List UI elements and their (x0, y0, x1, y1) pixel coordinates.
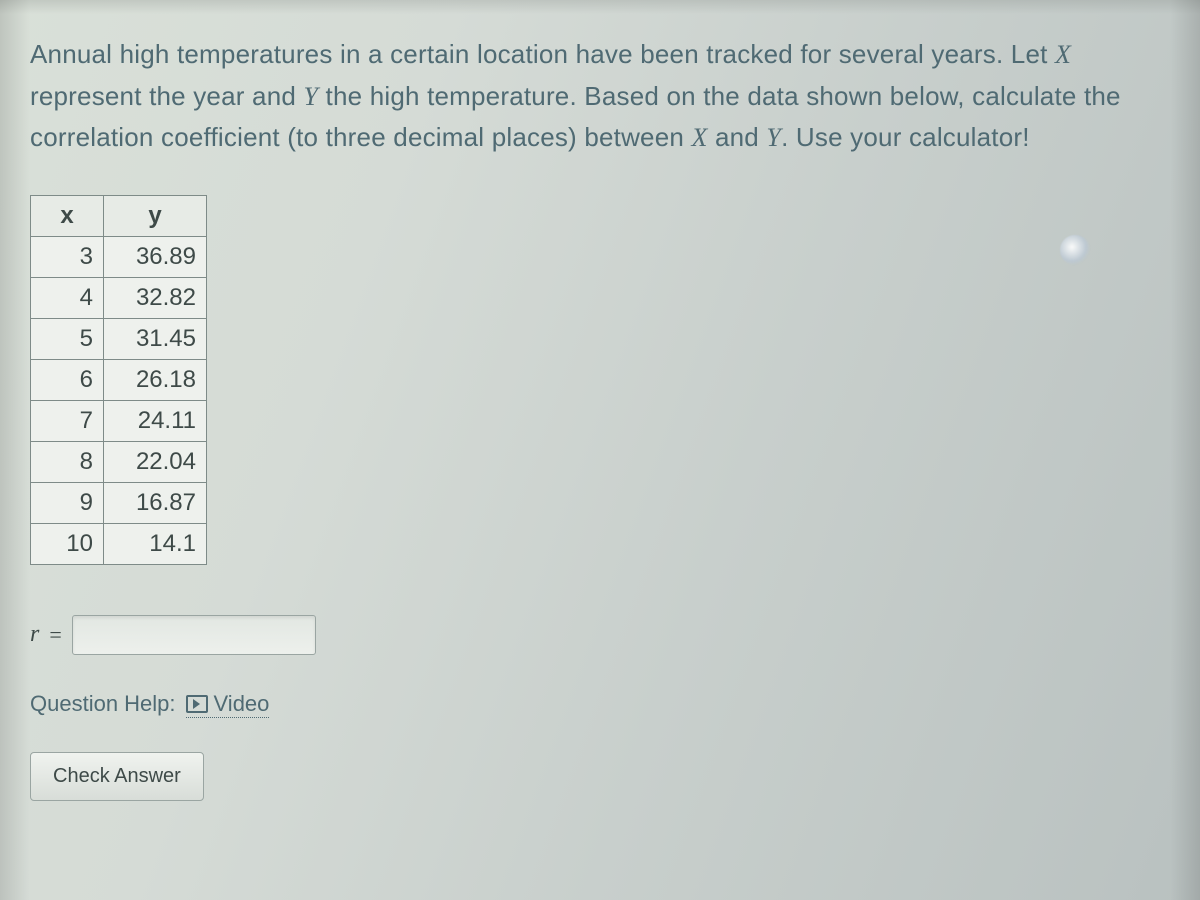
decorative-top-shadow (0, 0, 1200, 14)
variable-y: Y (766, 123, 781, 152)
prompt-text: represent the year and (30, 81, 303, 111)
video-help-link[interactable]: Video (186, 691, 270, 718)
question-help-row: Question Help: Video (30, 691, 1170, 718)
prompt-text: Annual high temperatures in a certain lo… (30, 39, 1055, 69)
table-row: 822.04 (31, 441, 207, 482)
answer-row: r = (30, 615, 1170, 655)
variable-x: X (1055, 40, 1071, 69)
cell-y: 14.1 (104, 523, 207, 564)
cell-x: 8 (31, 441, 104, 482)
col-header-x: x (31, 195, 104, 236)
cell-y: 32.82 (104, 277, 207, 318)
table-row: 916.87 (31, 482, 207, 523)
video-link-text: Video (214, 691, 270, 717)
table-row: 626.18 (31, 359, 207, 400)
cell-x: 10 (31, 523, 104, 564)
col-header-y: y (104, 195, 207, 236)
cell-x: 5 (31, 318, 104, 359)
table-row: 336.89 (31, 236, 207, 277)
cell-y: 16.87 (104, 482, 207, 523)
cell-x: 7 (31, 400, 104, 441)
table-header-row: x y (31, 195, 207, 236)
data-table: x y 336.89 432.82 531.45 626.18 724.11 8… (30, 195, 207, 565)
check-answer-button[interactable]: Check Answer (30, 752, 204, 801)
table-row: 531.45 (31, 318, 207, 359)
cell-y: 24.11 (104, 400, 207, 441)
correlation-input[interactable] (72, 615, 316, 655)
cell-x: 9 (31, 482, 104, 523)
cell-y: 36.89 (104, 236, 207, 277)
table-body: 336.89 432.82 531.45 626.18 724.11 822.0… (31, 236, 207, 564)
table-row: 1014.1 (31, 523, 207, 564)
cell-y: 22.04 (104, 441, 207, 482)
cell-y: 31.45 (104, 318, 207, 359)
variable-y: Y (303, 82, 318, 111)
table-row: 432.82 (31, 277, 207, 318)
cell-y: 26.18 (104, 359, 207, 400)
question-help-label: Question Help: (30, 691, 176, 717)
video-icon (186, 695, 208, 713)
decorative-vignette (1170, 0, 1200, 900)
cell-x: 6 (31, 359, 104, 400)
variable-x: X (691, 123, 707, 152)
question-page: Annual high temperatures in a certain lo… (0, 0, 1200, 900)
answer-variable-r: r (30, 621, 39, 648)
question-prompt: Annual high temperatures in a certain lo… (30, 34, 1170, 159)
prompt-text: . Use your calculator! (781, 122, 1030, 152)
decorative-flare (1060, 235, 1090, 265)
cell-x: 4 (31, 277, 104, 318)
cell-x: 3 (31, 236, 104, 277)
equals-sign: = (49, 622, 61, 648)
decorative-vignette (0, 0, 30, 900)
table-row: 724.11 (31, 400, 207, 441)
prompt-text: and (708, 122, 767, 152)
